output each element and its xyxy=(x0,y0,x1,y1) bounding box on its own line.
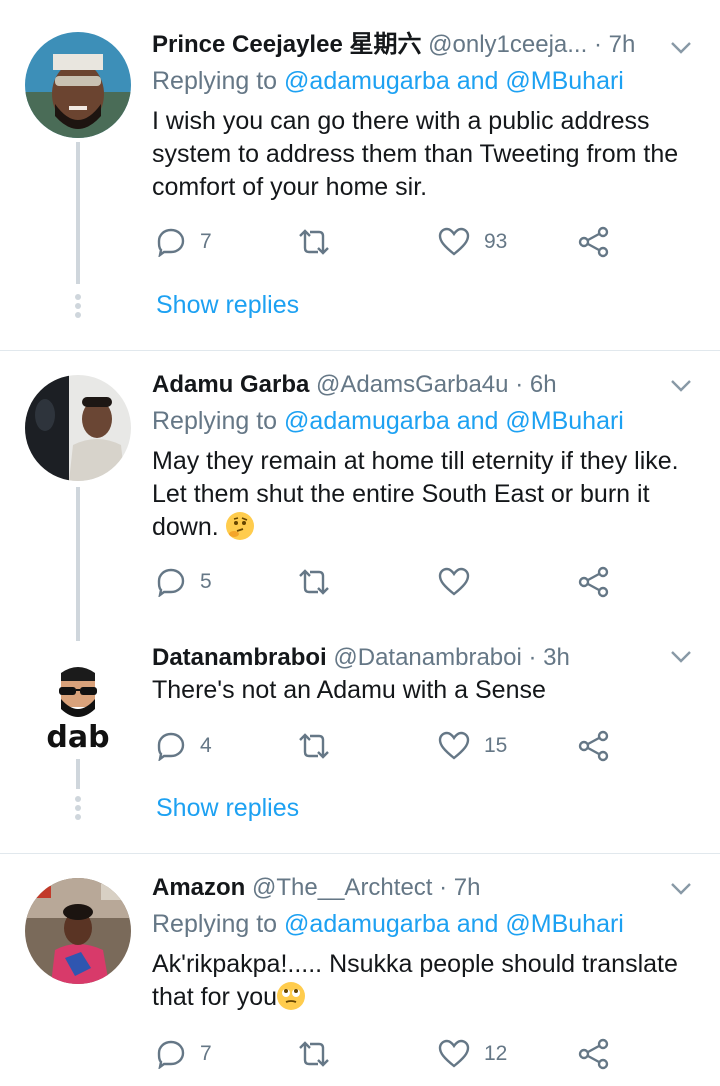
replying-to: Replying to @adamugarba and @MBuhari xyxy=(152,907,624,941)
avatar[interactable] xyxy=(25,878,131,984)
tweet-text: There's not an Adamu with a Sense xyxy=(152,676,546,704)
tweet-actions: 7 12 xyxy=(152,1034,632,1074)
replying-to: Replying to @adamugarba and @MBuhari xyxy=(152,404,624,438)
thinking-face-emoji xyxy=(225,512,254,540)
timestamp[interactable]: · 7h xyxy=(594,31,635,58)
tweet-header: Amazon @The__Archtect · 7h xyxy=(152,871,640,905)
user-handle[interactable]: @AdamsGarba4u xyxy=(316,371,508,398)
dab-logo-text: dab xyxy=(46,720,109,755)
tweet-text: Ak'rikpakpa!..... Nsukka people should t… xyxy=(152,948,692,1014)
retweet-button[interactable] xyxy=(296,222,346,262)
reply-count: 5 xyxy=(200,570,212,593)
reply-icon xyxy=(157,1040,185,1069)
reply-button[interactable]: 7 xyxy=(156,1034,212,1074)
share-button[interactable] xyxy=(578,562,610,602)
thread-dots xyxy=(74,294,82,321)
avatar[interactable] xyxy=(25,375,131,481)
tweet-header: Adamu Garba @AdamsGarba4u · 6h xyxy=(152,368,640,402)
like-button[interactable] xyxy=(438,562,484,602)
tweet-actions: 5 xyxy=(152,562,632,602)
show-replies-link[interactable]: Show replies xyxy=(156,791,299,825)
tweet-text-content: Ak'rikpakpa!..... Nsukka people should t… xyxy=(152,950,678,1011)
share-button[interactable] xyxy=(578,1034,610,1074)
tweet-4[interactable]: Amazon @The__Archtect · 7h Replying to @… xyxy=(0,854,720,1086)
share-button[interactable] xyxy=(578,222,610,262)
retweet-icon xyxy=(299,229,329,255)
like-icon xyxy=(438,227,470,256)
reply-button[interactable]: 5 xyxy=(156,562,212,602)
tweet-actions: 7 93 xyxy=(152,222,632,262)
display-name[interactable]: Amazon xyxy=(152,874,245,901)
retweet-button[interactable] xyxy=(296,562,346,602)
reply-icon xyxy=(157,568,185,597)
reply-icon xyxy=(157,228,185,257)
chevron-down-icon[interactable] xyxy=(670,36,692,58)
like-button[interactable]: 12 xyxy=(438,1034,507,1074)
avatar[interactable] xyxy=(25,32,131,138)
reply-button[interactable]: 7 xyxy=(156,222,212,262)
share-icon xyxy=(578,226,609,258)
reply-count: 7 xyxy=(200,1042,212,1065)
thread-line xyxy=(76,142,80,284)
timestamp[interactable]: · 6h xyxy=(515,371,556,398)
replying-to-links[interactable]: @adamugarba and @MBuhari xyxy=(284,67,624,95)
tweet-3[interactable]: dab Datanambraboi @Datanambraboi · 3h Th… xyxy=(0,641,720,853)
tweet-1[interactable]: Prince Ceejaylee 星期六 @only1ceeja... · 7h… xyxy=(0,0,720,350)
share-button[interactable] xyxy=(578,726,610,766)
like-icon xyxy=(438,1039,470,1068)
display-name[interactable]: Datanambraboi xyxy=(152,644,327,671)
avatar[interactable]: dab xyxy=(25,653,131,759)
retweet-button[interactable] xyxy=(296,1034,346,1074)
tweet-header: Prince Ceejaylee 星期六 @only1ceeja... · 7h xyxy=(152,28,640,62)
user-handle[interactable]: @The__Archtect xyxy=(252,874,432,901)
tweet-2[interactable]: Adamu Garba @AdamsGarba4u · 6h Replying … xyxy=(0,351,720,641)
thread-line xyxy=(76,759,80,789)
reply-count: 7 xyxy=(200,230,212,253)
thread-dots xyxy=(74,796,82,823)
replying-to-prefix: Replying to xyxy=(152,67,285,95)
like-icon xyxy=(438,567,470,596)
like-icon xyxy=(438,731,470,760)
thread-line xyxy=(76,487,80,641)
timestamp[interactable]: · 7h xyxy=(439,874,480,901)
eye-roll-emoji xyxy=(277,982,306,1010)
like-button[interactable]: 15 xyxy=(438,726,507,766)
display-name[interactable]: Adamu Garba xyxy=(152,371,309,398)
replying-to-prefix: Replying to xyxy=(152,407,285,435)
user-handle[interactable]: @Datanambraboi xyxy=(333,644,521,671)
replying-to-links[interactable]: @adamugarba and @MBuhari xyxy=(284,407,624,435)
replying-to: Replying to @adamugarba and @MBuhari xyxy=(152,64,624,98)
retweet-icon xyxy=(299,1041,329,1067)
timestamp[interactable]: · 3h xyxy=(529,644,570,671)
chevron-down-icon[interactable] xyxy=(670,374,692,396)
retweet-icon xyxy=(299,733,329,759)
share-icon xyxy=(578,730,609,762)
share-icon xyxy=(578,1038,609,1070)
retweet-icon xyxy=(299,569,329,595)
chevron-down-icon[interactable] xyxy=(670,877,692,899)
like-count: 15 xyxy=(484,734,508,757)
replying-to-links[interactable]: @adamugarba and @MBuhari xyxy=(284,910,624,938)
like-count: 93 xyxy=(484,230,508,253)
display-name[interactable]: Prince Ceejaylee 星期六 xyxy=(152,31,421,58)
share-icon xyxy=(578,566,609,598)
show-replies-link[interactable]: Show replies xyxy=(156,288,299,322)
chevron-down-icon[interactable] xyxy=(670,645,692,667)
reply-icon xyxy=(157,732,185,761)
like-button[interactable]: 93 xyxy=(438,222,507,262)
replying-to-prefix: Replying to xyxy=(152,910,285,938)
tweet-actions: 4 15 xyxy=(152,726,632,766)
like-count: 12 xyxy=(484,1042,508,1065)
tweet-text: I wish you can go there with a public ad… xyxy=(152,107,679,201)
reply-button[interactable]: 4 xyxy=(156,726,212,766)
user-handle[interactable]: @only1ceeja... xyxy=(428,31,587,58)
reply-count: 4 xyxy=(200,734,212,757)
retweet-button[interactable] xyxy=(296,726,346,766)
tweet-header: Datanambraboi @Datanambraboi · 3h xyxy=(152,641,640,675)
tweet-text: May they remain at home till eternity if… xyxy=(152,445,692,544)
